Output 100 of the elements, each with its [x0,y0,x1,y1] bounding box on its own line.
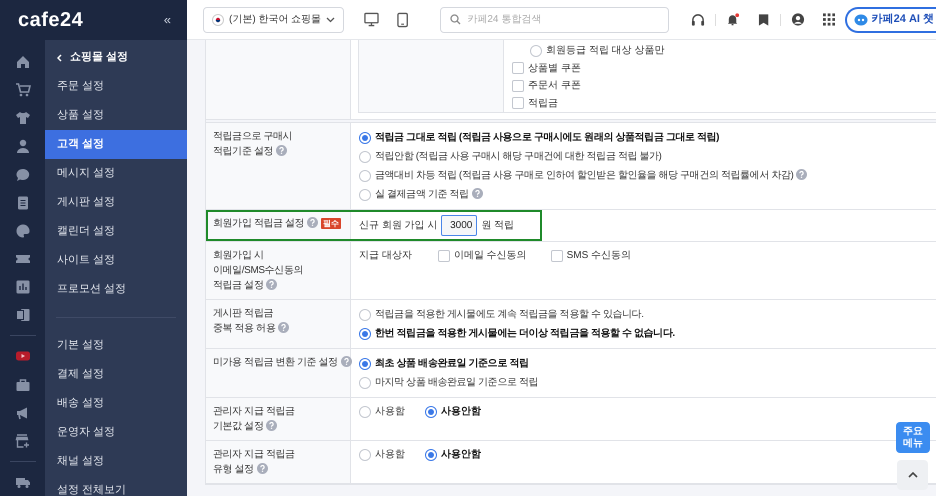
headset-icon[interactable] [691,12,706,26]
cart-icon[interactable] [14,82,30,98]
person-icon[interactable] [14,138,30,154]
radio-button[interactable] [359,188,371,200]
option-label: 회원등급 적립 대상 상품만 [546,44,664,58]
checkbox[interactable] [512,97,524,110]
menu-item[interactable]: 상품 설정 [45,101,187,130]
checkbox[interactable] [512,62,524,74]
scroll-top-button[interactable] [897,460,928,490]
option-label: 사용안함 [441,405,481,419]
option-label: SMS 수신동의 [566,249,632,263]
radio-button[interactable] [359,150,371,162]
help-icon[interactable] [307,217,318,228]
user-icon[interactable] [790,12,805,27]
logo[interactable]: cafe24 [18,5,84,35]
help-icon[interactable] [256,463,268,474]
radio-button[interactable] [425,448,437,460]
chevron-up-icon [908,472,918,478]
help-icon[interactable] [472,188,483,199]
shop-select[interactable]: (기본) 한국어 쇼핑몰 [203,6,344,32]
search-field[interactable]: 카페24 통합검색 [440,6,670,32]
back-menu-item[interactable]: 쇼핑몰 설정 [45,43,187,72]
option-label: 상품별 쿠폰 [528,62,581,76]
menu-item[interactable]: 기본 설정 [45,331,187,360]
store-plus-icon[interactable] [14,432,30,449]
search-input[interactable]: 카페24 통합검색 [467,12,660,27]
chevron-left-icon [57,54,62,62]
radio-button[interactable] [359,328,371,340]
radio-button[interactable] [359,406,371,418]
spreadsheet-icon[interactable] [14,307,30,324]
help-icon[interactable] [266,279,278,290]
setting-label: 관리자 지급 적립금 유형 설정 [213,448,295,477]
menu-item[interactable]: 결제 설정 [45,360,187,389]
bar-chart-icon[interactable] [14,279,30,296]
setting-label: 관리자 지급 적립금 기본값 설정 [213,405,295,434]
radio-button[interactable] [359,308,371,320]
apps-grid-icon[interactable] [822,13,835,26]
home-icon[interactable] [14,54,30,70]
shop-name: (기본) 한국어 쇼핑몰 [229,13,322,27]
menu-item[interactable]: 고객 설정 [45,130,187,159]
back-label: 쇼핑몰 설정 [70,50,128,66]
menu-item[interactable]: 배송 설정 [45,389,187,418]
menu-item[interactable]: 캘린더 설정 [45,217,187,246]
option-label: 이메일 수신동의 [454,249,527,263]
collapse-button[interactable]: « [164,10,171,30]
radio-button[interactable] [359,170,371,182]
help-icon[interactable] [276,145,287,156]
menu-item[interactable]: 설정 전체보기 [45,476,187,496]
menu-item[interactable]: 채널 설정 [45,447,187,476]
shirt-icon[interactable] [14,110,30,126]
bookmark-icon[interactable] [758,12,770,26]
robot-icon [854,14,868,26]
monitor-icon[interactable] [364,12,380,27]
option-label: 적립금을 적용한 게시물에도 계속 적립금을 적용할 수 있습니다. [375,308,644,322]
option-label: 마지막 상품 배송완료일 기준으로 적립 [375,376,538,390]
setting-label: 적립금으로 구매시 적립기준 설정 [213,130,292,159]
radio-button[interactable] [359,448,371,460]
setting-label: 게시판 적립금 중복 적용 허용 [213,306,290,336]
help-icon[interactable] [266,420,278,431]
ai-chat-button[interactable]: 카페24 AI 챗 [844,6,936,32]
option-label: 사용안함 [441,448,481,462]
option-label: 금액대비 차등 적립 (적립금 사용 구매로 인하여 할인받은 할인율을 해당 구매건의 적립률에서 차감) [375,168,808,183]
radio-button[interactable] [530,44,542,57]
radio-button[interactable] [425,406,437,418]
flag-icon [212,14,224,26]
toolbox-icon[interactable] [14,376,30,393]
setting-label: 회원가입 시 이메일/SMS수신동의 적립금 설정 [213,249,304,293]
required-badge: 필수 [321,218,342,229]
menu-item[interactable]: 운영자 설정 [45,418,187,447]
setting-label: 회원가입 적립금 설정 [213,216,318,231]
checkbox[interactable] [512,80,524,92]
palette-icon[interactable] [14,222,30,239]
radio-button[interactable] [359,132,371,144]
menu-item[interactable]: 주문 설정 [45,72,187,101]
setting-label: 미가용 적립금 변환 기준 설정 [213,355,352,370]
chevron-down-icon [326,16,336,22]
menu-item[interactable]: 게시판 설정 [45,188,187,217]
help-icon[interactable] [796,169,808,180]
menu-item[interactable]: 메시지 설정 [45,159,187,188]
help-icon[interactable] [340,356,352,367]
option-label: 주문서 쿠폰 [528,79,581,94]
option-label: 적립금 그대로 적립 (적립금 사용으로 구매시에도 원래의 상품적립금 그대로 적립) [375,131,720,145]
bell-icon[interactable] [726,12,740,27]
option-label: 적립안함 (적립금 사용 구매시 해당 구매건에 대한 적립금 적립 불가) [375,150,662,164]
option-label: 실 결제금액 기준 적립 [375,187,483,202]
checkbox[interactable] [438,250,450,262]
chat-bubble-icon[interactable] [14,166,30,183]
help-icon[interactable] [278,322,290,333]
field-label: 신규 회원 가입 시 [359,219,438,233]
amount-input[interactable]: 3000 [441,215,478,236]
menu-item[interactable]: 사이트 설정 [45,246,187,275]
checkbox[interactable] [550,250,563,262]
menu-item[interactable]: 프로모션 설정 [45,275,187,304]
option-label: 적립금 [528,96,558,111]
field-label: 지급 대상자 [359,249,412,263]
mobile-icon[interactable] [397,12,408,28]
search-icon [450,14,462,25]
radio-button[interactable] [359,376,371,388]
option-label: 사용함 [375,448,405,462]
radio-button[interactable] [359,358,371,370]
